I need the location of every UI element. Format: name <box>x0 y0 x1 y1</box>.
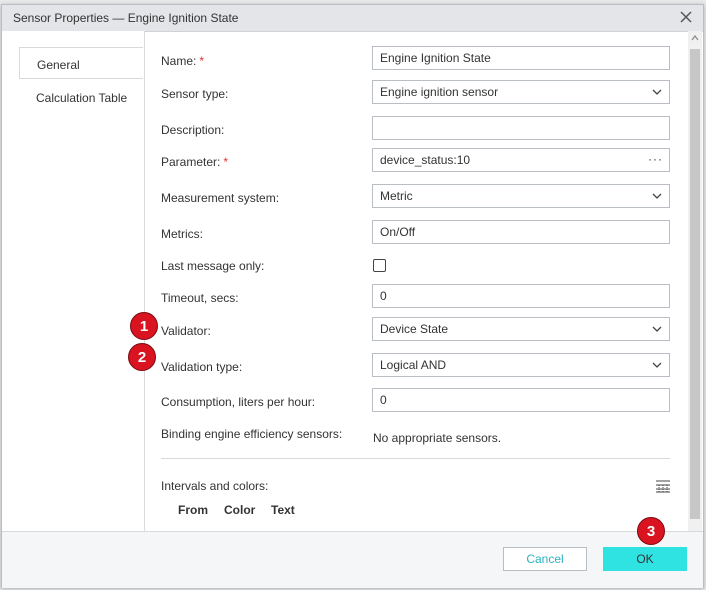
tab-general[interactable]: General <box>19 47 143 79</box>
name-input[interactable] <box>372 46 670 70</box>
ok-button[interactable]: OK <box>603 547 687 571</box>
sensor-type-select[interactable]: Engine ignition sensor <box>372 80 670 104</box>
metrics-input[interactable] <box>372 220 670 244</box>
chevron-down-icon <box>652 89 662 95</box>
intervals-label: Intervals and colors: <box>161 479 269 493</box>
scrollbar-thumb[interactable] <box>690 49 700 519</box>
vertical-scrollbar[interactable] <box>688 31 702 531</box>
dialog-titlebar: Sensor Properties — Engine Ignition Stat… <box>2 5 703 32</box>
last-message-only-label: Last message only: <box>161 259 265 273</box>
section-divider <box>161 458 670 459</box>
tabs-panel: General Calculation Table <box>2 31 145 531</box>
column-header-from: From <box>178 503 208 517</box>
close-icon[interactable] <box>678 9 694 25</box>
chevron-down-icon <box>652 362 662 368</box>
validator-label: Validator: <box>161 324 211 338</box>
table-grid-icon[interactable] <box>655 479 671 493</box>
validation-type-label: Validation type: <box>161 360 243 374</box>
last-message-only-checkbox[interactable] <box>373 259 386 272</box>
parameter-label: Parameter: * <box>161 155 229 169</box>
timeout-input[interactable] <box>372 284 670 308</box>
consumption-input[interactable] <box>372 388 670 412</box>
sensor-type-value: Engine ignition sensor <box>380 85 499 99</box>
parameter-input[interactable]: device_status:10 ··· <box>372 148 670 172</box>
annotation-badge-1: 1 <box>130 312 158 340</box>
timeout-label: Timeout, secs: <box>161 291 239 305</box>
description-input[interactable] <box>372 116 670 140</box>
sensor-type-label: Sensor type: <box>161 87 229 101</box>
chevron-down-icon <box>652 326 662 332</box>
dialog-title: Sensor Properties — Engine Ignition Stat… <box>13 11 239 25</box>
validation-type-value: Logical AND <box>380 358 447 372</box>
validator-value: Device State <box>380 322 449 336</box>
consumption-label: Consumption, liters per hour: <box>161 395 316 409</box>
column-header-color: Color <box>224 503 256 517</box>
tab-label: General <box>37 58 80 72</box>
metrics-label: Metrics: <box>161 227 203 241</box>
tab-calculation-table[interactable]: Calculation Table <box>19 81 143 113</box>
dialog-footer: Cancel OK <box>2 531 703 588</box>
tab-label: Calculation Table <box>36 91 128 105</box>
binding-sensors-value: No appropriate sensors. <box>373 431 502 445</box>
required-mark: * <box>199 54 205 68</box>
general-tab-content: Name:* Sensor type: Engine ignition sens… <box>145 31 688 531</box>
validator-select[interactable]: Device State <box>372 317 670 341</box>
parameter-value: device_status:10 <box>380 153 471 167</box>
more-options-icon[interactable]: ··· <box>648 152 663 166</box>
required-mark: * <box>223 155 229 169</box>
validation-type-select[interactable]: Logical AND <box>372 353 670 377</box>
annotation-badge-3: 3 <box>637 517 665 545</box>
cancel-button[interactable]: Cancel <box>503 547 587 571</box>
measurement-system-label: Measurement system: <box>161 191 280 205</box>
chevron-down-icon <box>652 193 662 199</box>
description-label: Description: <box>161 123 225 137</box>
sensor-properties-dialog: Sensor Properties — Engine Ignition Stat… <box>1 4 704 588</box>
binding-sensors-label: Binding engine efficiency sensors: <box>161 427 343 441</box>
measurement-system-select[interactable]: Metric <box>372 184 670 208</box>
annotation-badge-2: 2 <box>128 343 156 371</box>
name-label: Name: * <box>161 54 205 68</box>
column-header-text: Text <box>271 503 295 517</box>
measurement-system-value: Metric <box>380 189 413 203</box>
scroll-up-arrow-icon[interactable] <box>691 35 699 41</box>
